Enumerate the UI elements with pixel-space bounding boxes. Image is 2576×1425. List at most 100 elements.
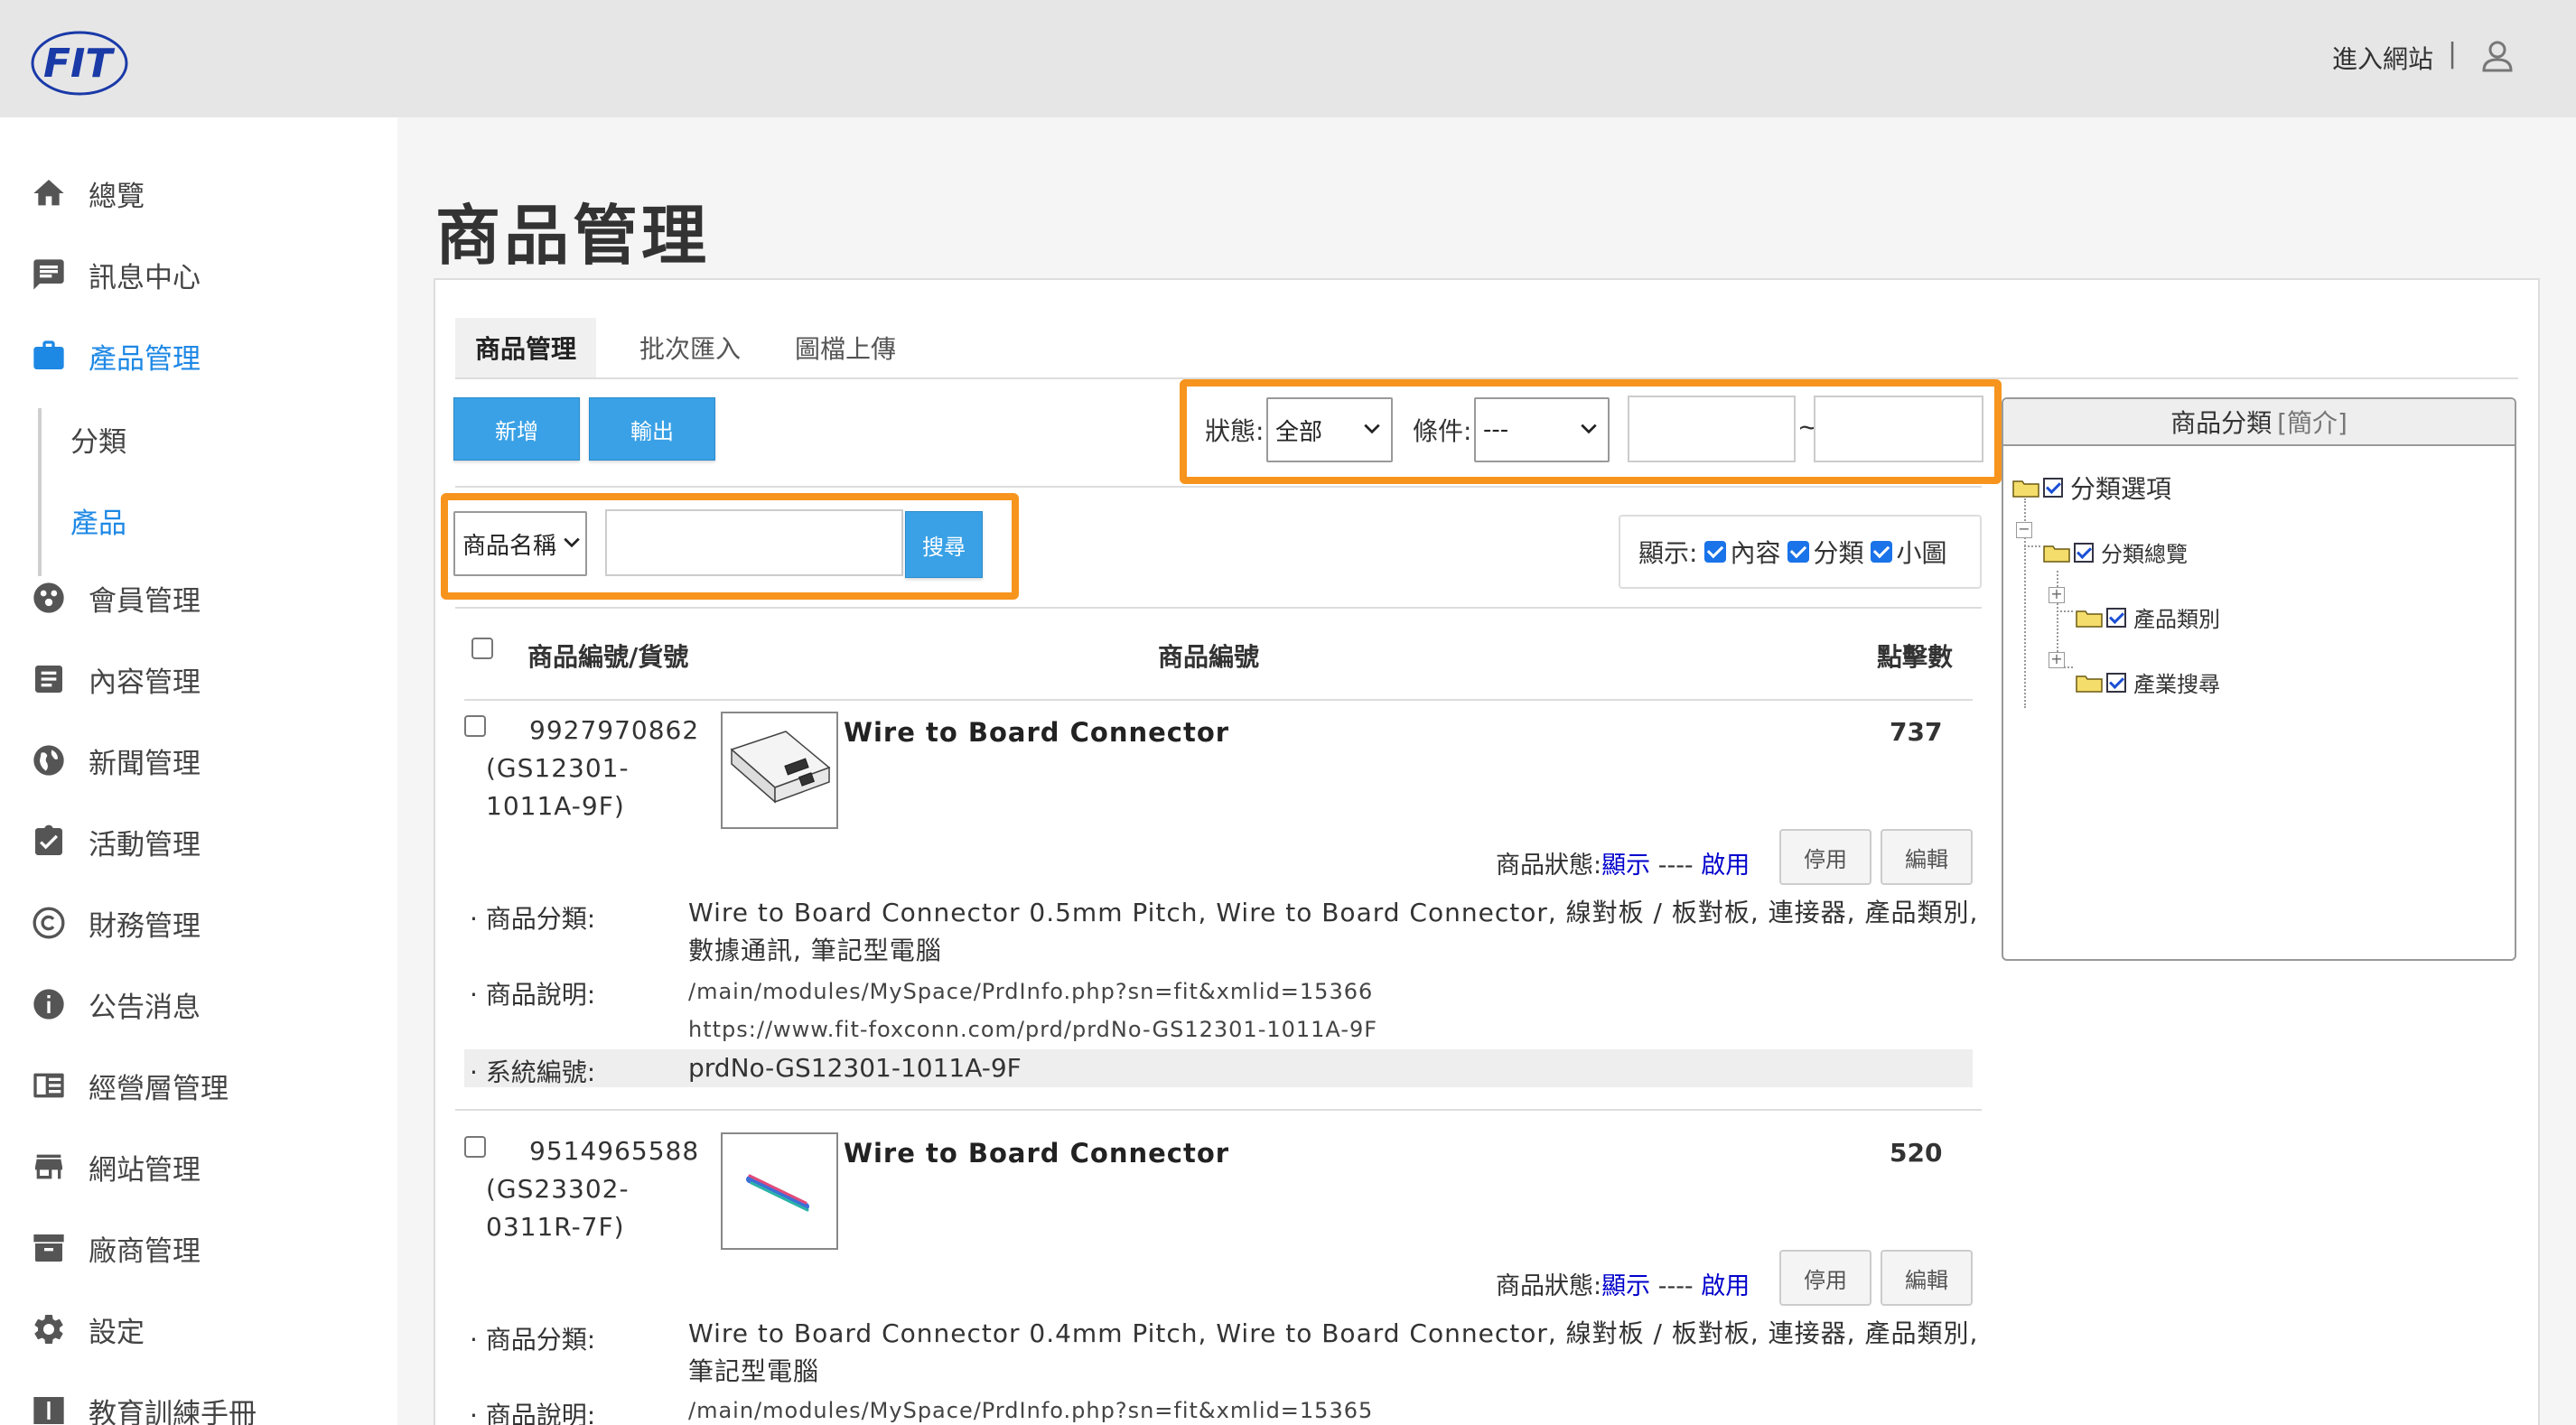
sidebar-item-overview[interactable]: 總覽 [29, 166, 145, 220]
category-line: Wire to Board Connector 0.5mm Pitch, Wir… [688, 898, 1979, 927]
tab-image-upload[interactable]: 圖檔上傳 [773, 318, 918, 377]
user-icon[interactable] [2479, 38, 2515, 74]
description-path[interactable]: /main/modules/MySpace/PrdInfo.php?sn=fit… [688, 979, 1373, 1004]
product-thumbnail[interactable] [721, 712, 838, 829]
sidebar-item-label: 公告消息 [89, 991, 201, 1024]
product-id: 9514965588 (GS23302- 0311R-7F) [486, 1132, 699, 1246]
sidebar-item-messages[interactable]: 訊息中心 [29, 247, 201, 302]
status-enabled-link[interactable]: 啟用 [1701, 852, 1750, 880]
tree-node-checkbox[interactable] [2106, 672, 2126, 693]
tab-product-management[interactable]: 商品管理 [455, 318, 596, 377]
display-thumbnail-checkbox[interactable] [1871, 541, 1893, 563]
sidebar-item-members[interactable]: 會員管理 [29, 571, 201, 625]
tree-line [2057, 610, 2073, 612]
product-name[interactable]: Wire to Board Connector [844, 1138, 1229, 1169]
tree-node-checkbox[interactable] [2074, 542, 2094, 563]
select-all-checkbox[interactable] [471, 638, 493, 659]
product-name[interactable]: Wire to Board Connector [844, 717, 1229, 748]
sidebar-item-management[interactable]: 經營層管理 [29, 1058, 229, 1113]
tree-node-root[interactable]: 分類選項 [2012, 470, 2171, 506]
book-icon [29, 1066, 69, 1105]
product-category: Wire to Board Connector 0.4mm Pitch, Wir… [688, 1315, 1978, 1391]
product-number: 9514965588 [529, 1136, 700, 1166]
display-content-label: 內容 [1730, 538, 1781, 568]
tree-node-checkbox[interactable] [2043, 478, 2063, 498]
column-header-clicks[interactable]: 點擊數 [1877, 638, 1953, 674]
product-checkbox[interactable] [464, 715, 486, 737]
tree-node-label: 分類選項 [2070, 474, 2172, 504]
sidebar-item-products[interactable]: 產品管理 [29, 329, 201, 383]
add-button[interactable]: 新增 [453, 397, 580, 461]
column-header-id[interactable]: 商品編號/貨號 [527, 638, 688, 674]
tree-collapse-icon[interactable]: − [2016, 522, 2032, 538]
folder-icon [2076, 610, 2103, 628]
tree-node-overview[interactable]: 分類總覽 [2043, 536, 2188, 568]
sidebar-item-content[interactable]: 內容管理 [29, 652, 201, 706]
chevron-down-icon [1364, 424, 1380, 434]
product-checkbox[interactable] [464, 1136, 486, 1158]
top-header: FIT 進入網站 | [0, 0, 2576, 117]
folder-icon [2012, 480, 2039, 498]
fit-logo[interactable]: FIT [27, 27, 163, 99]
sidebar-subitem-category[interactable]: 分類 [70, 419, 126, 460]
sidebar-item-vendors[interactable]: 廠商管理 [29, 1221, 201, 1275]
sidebar-item-settings[interactable]: 設定 [29, 1302, 145, 1356]
display-content-checkbox[interactable] [1704, 541, 1727, 563]
tree-node-label: 產品類別 [2133, 607, 2220, 632]
disable-button[interactable]: 停用 [1779, 829, 1871, 885]
sidebar-item-news[interactable]: 新聞管理 [29, 733, 201, 787]
sidebar-item-label: 設定 [89, 1316, 145, 1349]
info-icon [29, 984, 69, 1024]
enter-site-link[interactable]: 進入網站 [2332, 40, 2433, 76]
column-header-name[interactable]: 商品編號 [1158, 638, 1259, 674]
sidebar-item-website[interactable]: 網站管理 [29, 1140, 201, 1194]
sidebar-subitem-product[interactable]: 產品 [70, 500, 126, 541]
edit-button[interactable]: 編輯 [1881, 1250, 1973, 1306]
sidebar-item-announcements[interactable]: 公告消息 [29, 977, 201, 1031]
tree-node-product-types[interactable]: 產品類別 [2076, 601, 2220, 633]
tree-node-checkbox[interactable] [2106, 607, 2126, 628]
status-show-link[interactable]: 顯示 [1601, 1272, 1650, 1300]
export-button[interactable]: 輸出 [589, 397, 715, 461]
row-divider [455, 486, 1982, 488]
product-clicks: 737 [1890, 717, 1943, 747]
tab-batch-import[interactable]: 批次匯入 [618, 318, 762, 377]
condition-select[interactable]: --- [1474, 397, 1610, 462]
manual-icon [29, 1391, 69, 1425]
product-thumbnail[interactable] [721, 1132, 838, 1250]
tree-expand-icon[interactable]: + [2049, 587, 2065, 603]
search-button[interactable]: 搜尋 [905, 511, 983, 578]
status-show-link[interactable]: 顯示 [1601, 852, 1650, 880]
sidebar-item-label: 產品管理 [89, 342, 201, 376]
search-field-select[interactable]: 商品名稱 [453, 511, 587, 576]
description-label: · 商品說明: [470, 980, 596, 1010]
disable-button[interactable]: 停用 [1779, 1250, 1871, 1306]
description-url[interactable]: https://www.fit-foxconn.com/prd/prdNo-GS… [688, 1017, 1377, 1042]
gear-icon [29, 1309, 69, 1349]
sidebar-item-training-manual[interactable]: 教育訓練手冊 [29, 1383, 257, 1425]
search-input[interactable] [605, 509, 903, 576]
display-thumbnail-label: 小圖 [1896, 538, 1947, 568]
display-category-checkbox[interactable] [1787, 541, 1810, 563]
category-panel-title: 商品分類 [2170, 408, 2273, 438]
tree-node-industry-search[interactable]: 產業搜尋 [2076, 666, 2220, 698]
display-label: 顯示: [1638, 538, 1698, 568]
product-status: 商品狀態:顯示 ---- 啟用 [1496, 1266, 1750, 1301]
status-select[interactable]: 全部 [1266, 397, 1393, 462]
description-path[interactable]: /main/modules/MySpace/PrdInfo.php?sn=fit… [688, 1398, 1373, 1423]
globe-icon [29, 740, 69, 780]
range-end-input[interactable] [1814, 396, 1983, 462]
range-start-input[interactable] [1628, 396, 1796, 462]
status-enabled-link[interactable]: 啟用 [1701, 1272, 1750, 1300]
sidebar-item-events[interactable]: 活動管理 [29, 815, 201, 869]
page-title: 商品管理 [435, 198, 711, 274]
edit-button[interactable]: 編輯 [1881, 829, 1973, 885]
chevron-down-icon [1581, 424, 1597, 434]
tree-expand-icon[interactable]: + [2049, 652, 2065, 668]
product-id: 9927970862 (GS12301- 1011A-9F) [486, 712, 699, 825]
category-intro-link[interactable]: [簡介] [2277, 404, 2347, 440]
sidebar-item-finance[interactable]: 財務管理 [29, 896, 201, 950]
store-icon [29, 1147, 69, 1187]
copyright-icon [29, 903, 69, 943]
sidebar-item-label: 經營層管理 [89, 1072, 229, 1105]
